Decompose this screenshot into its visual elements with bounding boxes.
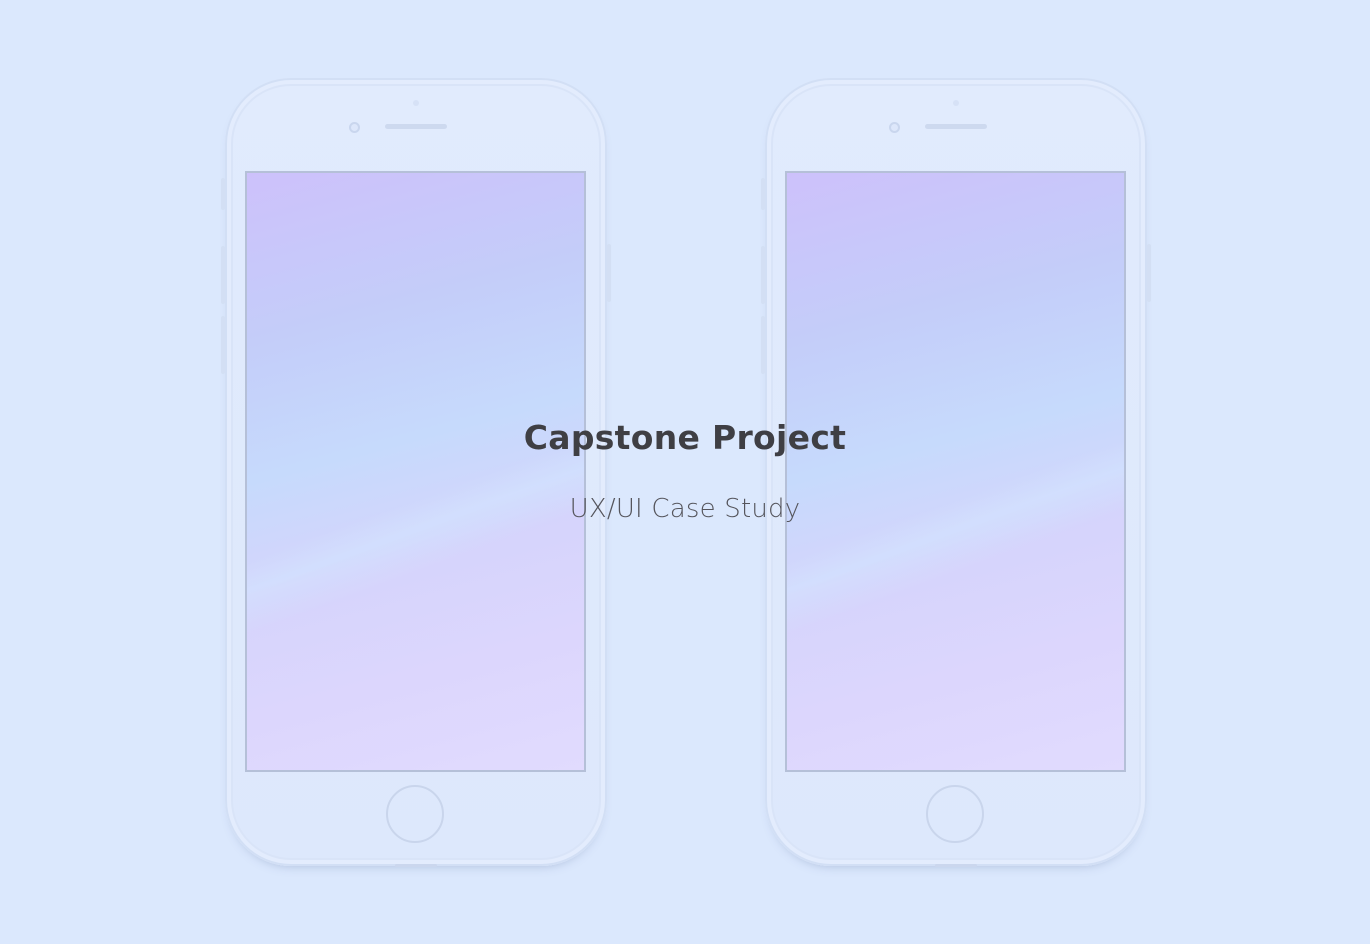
home-button	[386, 785, 444, 843]
page-subtitle: UX/UI Case Study	[569, 494, 801, 524]
proximity-sensor	[953, 100, 959, 106]
power-button	[607, 244, 611, 302]
volume-up-button	[761, 246, 765, 304]
phone-screen	[245, 171, 586, 772]
front-camera-icon	[349, 122, 360, 133]
volume-up-button	[221, 246, 225, 304]
bottom-port	[395, 864, 437, 867]
home-button	[926, 785, 984, 843]
proximity-sensor	[413, 100, 419, 106]
earpiece-speaker	[385, 124, 447, 129]
phone-screen	[785, 171, 1126, 772]
volume-down-button	[761, 316, 765, 374]
phone-mockup-left	[221, 78, 611, 867]
phone-mockup-right	[761, 78, 1151, 867]
mute-switch	[761, 178, 765, 210]
power-button	[1147, 244, 1151, 302]
page-title: Capstone Project	[523, 418, 847, 457]
front-camera-icon	[889, 122, 900, 133]
canvas: Capstone Project UX/UI Case Study	[0, 0, 1370, 944]
bottom-port	[935, 864, 977, 867]
volume-down-button	[221, 316, 225, 374]
mute-switch	[221, 178, 225, 210]
earpiece-speaker	[925, 124, 987, 129]
